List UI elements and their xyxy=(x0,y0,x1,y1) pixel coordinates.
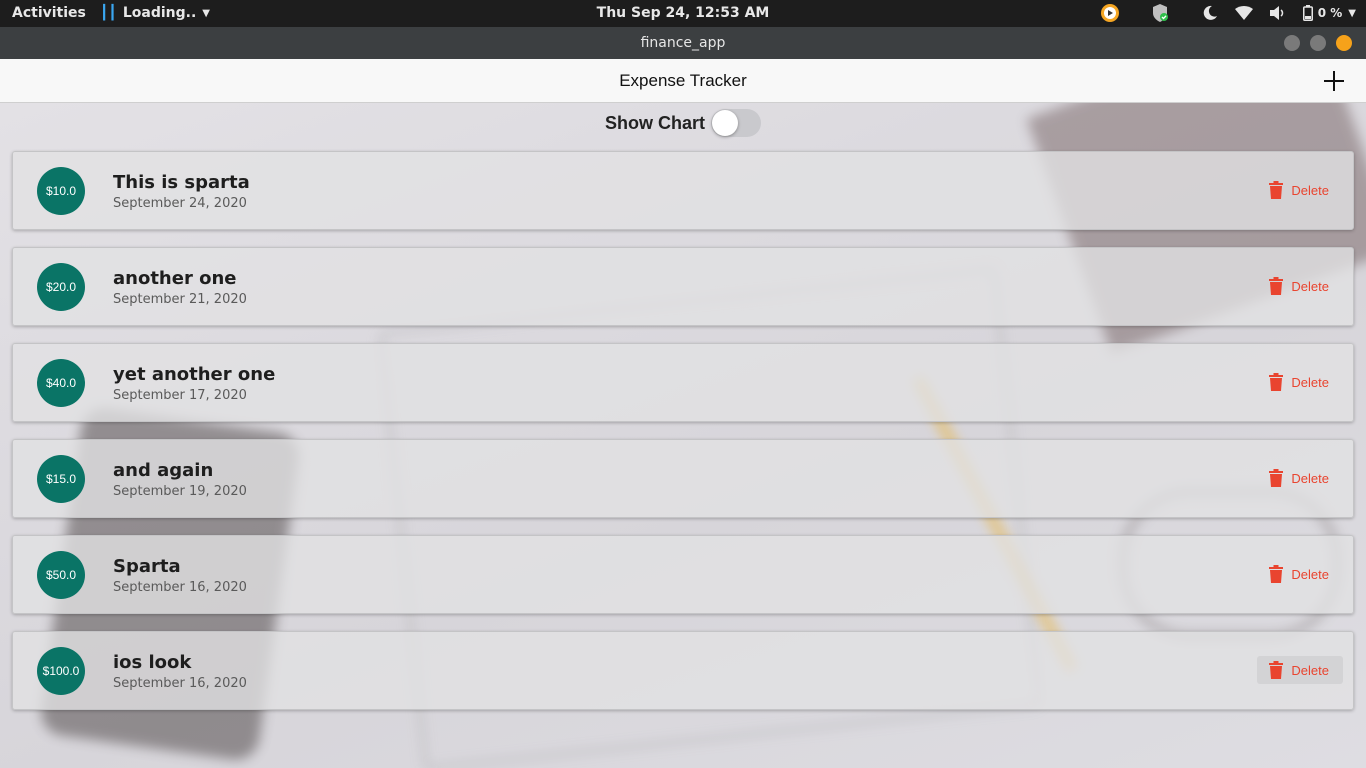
battery-percentage: 0 % xyxy=(1317,6,1343,20)
trash-icon xyxy=(1269,373,1284,391)
show-chart-label: Show Chart xyxy=(604,112,705,133)
transaction-title: ios look xyxy=(113,652,192,673)
transaction-date: September 24, 2020 xyxy=(113,196,247,211)
maximize-button[interactable] xyxy=(1310,35,1326,51)
shield-icon[interactable] xyxy=(1150,4,1170,22)
toggle-knob xyxy=(712,110,738,136)
transaction-list: $10.0 This is sparta September 24, 2020 … xyxy=(12,151,1354,727)
window-controls xyxy=(1284,35,1352,51)
night-light-icon[interactable] xyxy=(1200,4,1220,22)
amount-label: $20.0 xyxy=(45,280,77,294)
close-button[interactable] xyxy=(1336,35,1352,51)
battery-icon[interactable] xyxy=(1302,4,1314,22)
clock-label[interactable]: Thu Sep 24, 12:53 AM xyxy=(597,5,770,21)
chevron-down-icon[interactable]: ▼ xyxy=(1348,8,1356,19)
show-chart-row: Show Chart xyxy=(0,109,1366,137)
trash-icon xyxy=(1269,469,1284,487)
system-tray: 0 % ▼ xyxy=(1100,4,1356,22)
transaction-title: This is sparta xyxy=(113,172,250,193)
delete-button[interactable]: Delete xyxy=(1257,464,1343,492)
transaction-date: September 16, 2020 xyxy=(113,676,247,691)
amount-avatar: $10.0 xyxy=(37,167,85,215)
amount-avatar: $15.0 xyxy=(37,455,85,503)
trash-icon xyxy=(1269,277,1284,295)
show-chart-toggle[interactable] xyxy=(711,109,761,137)
delete-label: Delete xyxy=(1291,278,1329,294)
amount-label: $10.0 xyxy=(45,184,77,198)
transaction-date: September 17, 2020 xyxy=(113,388,247,403)
delete-button[interactable]: Delete xyxy=(1257,656,1343,684)
amount-avatar: $20.0 xyxy=(37,263,85,311)
trash-icon xyxy=(1269,181,1284,199)
transaction-card: $40.0 yet another one September 17, 2020… xyxy=(12,343,1354,422)
volume-icon[interactable] xyxy=(1268,4,1288,22)
amount-label: $100.0 xyxy=(42,664,80,678)
delete-label: Delete xyxy=(1291,182,1329,198)
amount-label: $40.0 xyxy=(45,376,77,390)
delete-button[interactable]: Delete xyxy=(1257,272,1343,300)
minimize-button[interactable] xyxy=(1284,35,1300,51)
add-transaction-button[interactable] xyxy=(1320,67,1348,95)
transaction-title: yet another one xyxy=(113,364,276,385)
transaction-title: another one xyxy=(113,268,237,289)
plus-icon xyxy=(1324,71,1344,91)
window-titlebar[interactable]: finance_app xyxy=(0,27,1366,59)
media-player-icon[interactable] xyxy=(1100,4,1120,22)
transaction-title: Sparta xyxy=(113,556,181,577)
page-title: Expense Tracker xyxy=(619,71,747,90)
amount-avatar: $40.0 xyxy=(37,359,85,407)
transaction-card: $50.0 Sparta September 16, 2020 Delete xyxy=(12,535,1354,614)
transaction-card: $15.0 and again September 19, 2020 Delet… xyxy=(12,439,1354,518)
trash-icon xyxy=(1269,565,1284,583)
transaction-date: September 21, 2020 xyxy=(113,292,247,307)
amount-avatar: $100.0 xyxy=(37,647,85,695)
window-title: finance_app xyxy=(640,35,726,51)
delete-button[interactable]: Delete xyxy=(1257,368,1343,396)
delete-button[interactable]: Delete xyxy=(1257,176,1343,204)
transaction-card: $20.0 another one September 21, 2020 Del… xyxy=(12,247,1354,326)
trash-icon xyxy=(1269,661,1284,679)
amount-avatar: $50.0 xyxy=(37,551,85,599)
amount-label: $50.0 xyxy=(45,568,77,582)
delete-button[interactable]: Delete xyxy=(1257,560,1343,588)
app-window: Expense Tracker Show Chart $10.0 This is… xyxy=(0,59,1366,768)
transaction-card: $100.0 ios look September 16, 2020 Delet… xyxy=(12,631,1354,710)
transaction-date: September 16, 2020 xyxy=(113,580,247,595)
transaction-title: and again xyxy=(113,460,214,481)
wifi-icon[interactable] xyxy=(1234,4,1254,22)
transaction-date: September 19, 2020 xyxy=(113,484,247,499)
transaction-card: $10.0 This is sparta September 24, 2020 … xyxy=(12,151,1354,230)
app-bar: Expense Tracker xyxy=(0,59,1366,103)
delete-label: Delete xyxy=(1291,566,1329,582)
amount-label: $15.0 xyxy=(45,472,77,486)
delete-label: Delete xyxy=(1291,470,1329,486)
delete-label: Delete xyxy=(1291,662,1329,678)
system-top-bar: Activities ┃┃ Loading.. ▼ Thu Sep 24, 12… xyxy=(0,0,1366,27)
delete-label: Delete xyxy=(1291,374,1329,390)
